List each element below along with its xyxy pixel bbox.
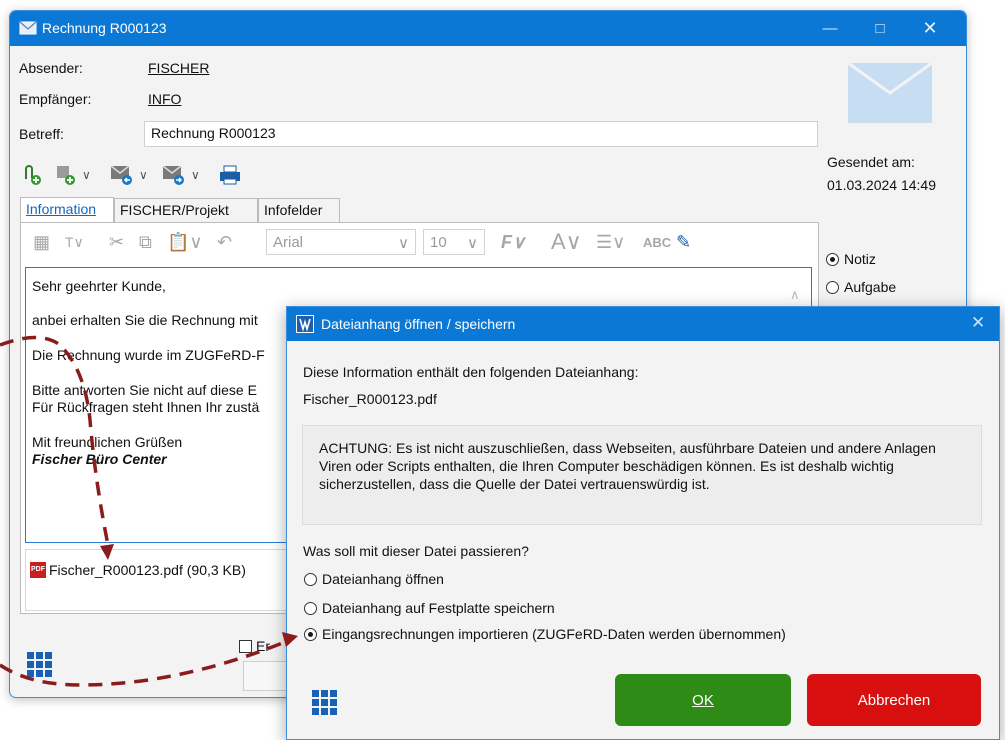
ok-button[interactable]: OK: [615, 674, 791, 726]
paste-icon[interactable]: 📋∨: [167, 227, 203, 257]
betreff-label: Betreff:: [19, 126, 64, 142]
tab-fischer-projekt[interactable]: FISCHER/Projekt: [114, 198, 258, 222]
cancel-label: Abbrechen: [857, 691, 931, 709]
absender-label: Absender:: [19, 60, 83, 76]
radio-notiz-label: Notiz: [844, 251, 876, 267]
envelope-icon: [848, 63, 932, 123]
font-name-chevron-icon: ∨: [398, 235, 409, 252]
pencil-icon[interactable]: ✎: [676, 227, 691, 257]
option-open-radio[interactable]: [304, 572, 317, 586]
list-icon[interactable]: ☰∨: [596, 227, 625, 257]
gesendet-value: 01.03.2024 14:49: [827, 177, 936, 193]
attachment-dialog: Dateianhang öffnen / speichern ✕ Diese I…: [286, 306, 1000, 740]
forward-icon[interactable]: ∨: [161, 161, 200, 189]
body-line: Bitte antworten Sie nicht auf diese E: [32, 382, 257, 398]
tab-infofelder[interactable]: Infofelder: [258, 198, 340, 222]
font-size-chevron-icon: ∨: [467, 235, 478, 252]
body-line: Sehr geehrter Kunde,: [32, 278, 166, 294]
radio-aufgabe-dot[interactable]: [826, 280, 839, 294]
radio-aufgabe-label: Aufgabe: [844, 279, 897, 295]
gesendet-label: Gesendet am:: [827, 154, 915, 170]
minimize-button[interactable]: —: [807, 11, 853, 46]
font-name-value: Arial: [273, 234, 304, 251]
dialog-intro: Diese Information enthält den folgenden …: [303, 364, 639, 380]
checkbox-label: Er: [256, 638, 270, 654]
dialog-grid-menu-icon[interactable]: [312, 690, 337, 715]
font-name-select[interactable]: Arial ∨: [266, 229, 416, 255]
pdf-icon: PDF: [30, 562, 46, 578]
option-save-label: Dateianhang auf Festplatte speichern: [322, 600, 555, 616]
dialog-title: Dateianhang öffnen / speichern: [321, 316, 516, 332]
absender-link[interactable]: FISCHER: [148, 60, 209, 76]
warning-box: ACHTUNG: Es ist nicht auszuschließen, da…: [302, 425, 982, 525]
cut-icon[interactable]: ✂: [109, 227, 124, 257]
body-line: Die Rechnung wurde im ZUGFeRD-F: [32, 347, 265, 363]
title-bar: Rechnung R000123 — □ ✕: [10, 11, 966, 46]
body-line: anbei erhalten Sie die Rechnung mit: [32, 312, 258, 328]
scroll-up-icon[interactable]: ∧: [790, 286, 800, 303]
option-save-radio[interactable]: [304, 601, 317, 615]
option-save[interactable]: Dateianhang auf Festplatte speichern: [304, 600, 555, 616]
attachment-item[interactable]: PDF Fischer_R000123.pdf (90,3 KB): [30, 562, 246, 578]
option-import[interactable]: Eingangsrechnungen importieren (ZUGFeRD-…: [304, 626, 786, 642]
grid-menu-icon[interactable]: [27, 652, 52, 677]
tab-information[interactable]: Information: [20, 197, 114, 223]
font-size-select[interactable]: 10 ∨: [423, 229, 485, 255]
text-format-icon[interactable]: T∨: [65, 227, 84, 257]
signature-line: Fischer Büro Center: [32, 451, 167, 467]
maximize-button[interactable]: □: [857, 11, 903, 46]
font-size-value: 10: [430, 234, 447, 251]
font-style-icon[interactable]: F∨: [501, 227, 525, 257]
window-mail-icon: [19, 21, 37, 35]
ok-label: OK: [692, 691, 714, 709]
warning-text: ACHTUNG: Es ist nicht auszuschließen, da…: [319, 440, 936, 492]
dialog-title-bar: Dateianhang öffnen / speichern ✕: [287, 307, 999, 341]
attach-icon[interactable]: [20, 161, 44, 189]
empfaenger-label: Empfänger:: [19, 91, 92, 107]
print-icon[interactable]: [218, 161, 242, 189]
radio-notiz[interactable]: Notiz: [826, 251, 876, 267]
betreff-value: Rechnung R000123: [151, 125, 276, 141]
dialog-question: Was soll mit dieser Datei passieren?: [303, 543, 529, 559]
option-import-label: Eingangsrechnungen importieren (ZUGFeRD-…: [322, 626, 786, 642]
font-color-icon[interactable]: A∨: [551, 227, 582, 257]
body-line: Für Rückfragen steht Ihnen Ihr zustä: [32, 399, 260, 415]
close-button[interactable]: ✕: [907, 11, 953, 46]
option-open[interactable]: Dateianhang öffnen: [304, 571, 444, 587]
table-icon[interactable]: ▦: [33, 227, 50, 257]
window-title: Rechnung R000123: [42, 20, 167, 36]
option-import-radio[interactable]: [304, 627, 317, 641]
cancel-button[interactable]: Abbrechen: [807, 674, 981, 726]
dialog-app-icon: [296, 315, 314, 333]
betreff-field[interactable]: Rechnung R000123: [144, 121, 818, 147]
radio-notiz-dot[interactable]: [826, 252, 839, 266]
spellcheck-icon[interactable]: ABC: [643, 227, 671, 257]
checkbox-partial[interactable]: Er: [239, 638, 270, 654]
empfaenger-link[interactable]: INFO: [148, 91, 181, 107]
radio-aufgabe[interactable]: Aufgabe: [826, 279, 896, 295]
body-line: Mit freundlichen Grüßen: [32, 434, 183, 450]
undo-icon[interactable]: ↶: [217, 227, 232, 257]
copy-icon[interactable]: ⧉: [139, 227, 152, 257]
dialog-close-icon[interactable]: ✕: [971, 313, 985, 333]
checkbox-box[interactable]: [239, 639, 252, 653]
add-attachment-icon[interactable]: ∨: [54, 161, 91, 189]
option-open-label: Dateianhang öffnen: [322, 571, 444, 587]
attachment-name: Fischer_R000123.pdf (90,3 KB): [49, 562, 246, 578]
dialog-filename: Fischer_R000123.pdf: [303, 391, 437, 407]
reply-icon[interactable]: ∨: [109, 161, 148, 189]
